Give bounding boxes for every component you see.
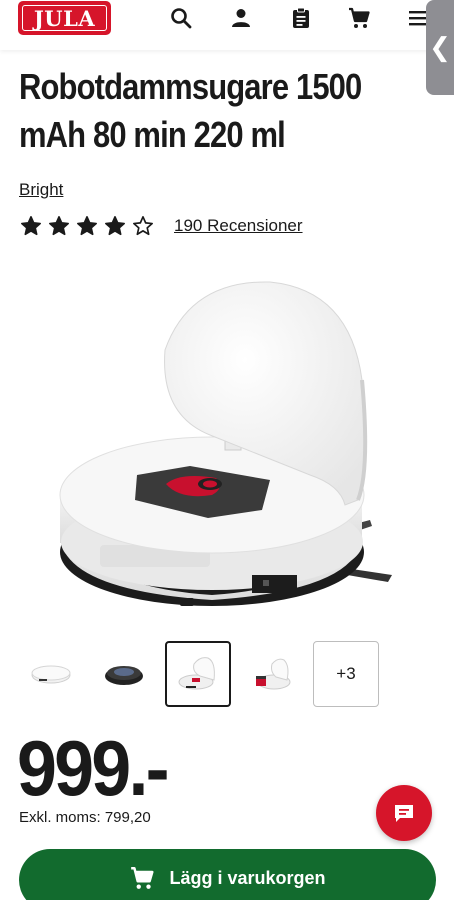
rating-stars bbox=[20, 215, 160, 237]
thumbnail-2[interactable] bbox=[91, 641, 157, 707]
search-icon[interactable] bbox=[167, 4, 195, 32]
user-icon[interactable] bbox=[227, 4, 255, 32]
star-filled-icon bbox=[49, 216, 69, 236]
product-main-image[interactable] bbox=[40, 270, 420, 630]
thumbnail-1[interactable] bbox=[18, 641, 84, 707]
rating-row[interactable]: 190 Recensioner bbox=[20, 214, 303, 238]
chat-icon bbox=[395, 805, 413, 822]
chevron-left-icon: ❮ bbox=[429, 32, 451, 62]
add-to-cart-button[interactable]: Lägg i varukorgen bbox=[19, 849, 436, 900]
thumbnail-4[interactable] bbox=[239, 641, 305, 707]
star-filled-icon bbox=[21, 216, 41, 236]
image-thumbnails: +3 bbox=[18, 641, 438, 707]
chat-button[interactable] bbox=[376, 785, 432, 841]
price-ex-vat: Exkl. moms: 799,20 bbox=[19, 809, 151, 826]
add-to-cart-label: Lägg i varukorgen bbox=[169, 868, 326, 888]
reviews-link[interactable]: 190 Recensioner bbox=[174, 216, 303, 236]
clipboard-icon[interactable] bbox=[287, 4, 315, 32]
more-images-button[interactable]: +3 bbox=[313, 641, 379, 707]
cart-icon bbox=[131, 867, 155, 889]
price: 999.- bbox=[17, 724, 170, 812]
product-title: Robotdammsugare 1500 mAh 80 min 220 ml bbox=[19, 66, 362, 155]
brand-link[interactable]: Bright bbox=[19, 180, 63, 200]
star-empty-icon bbox=[133, 216, 153, 236]
star-filled-icon bbox=[77, 216, 97, 236]
side-panel-tab[interactable]: ❮ bbox=[426, 0, 454, 95]
thumbnail-3[interactable] bbox=[165, 641, 231, 707]
jula-logo[interactable]: JULA bbox=[18, 1, 111, 35]
cart-icon[interactable] bbox=[345, 4, 373, 32]
star-filled-icon bbox=[105, 216, 125, 236]
site-header: JULA bbox=[0, 0, 454, 50]
